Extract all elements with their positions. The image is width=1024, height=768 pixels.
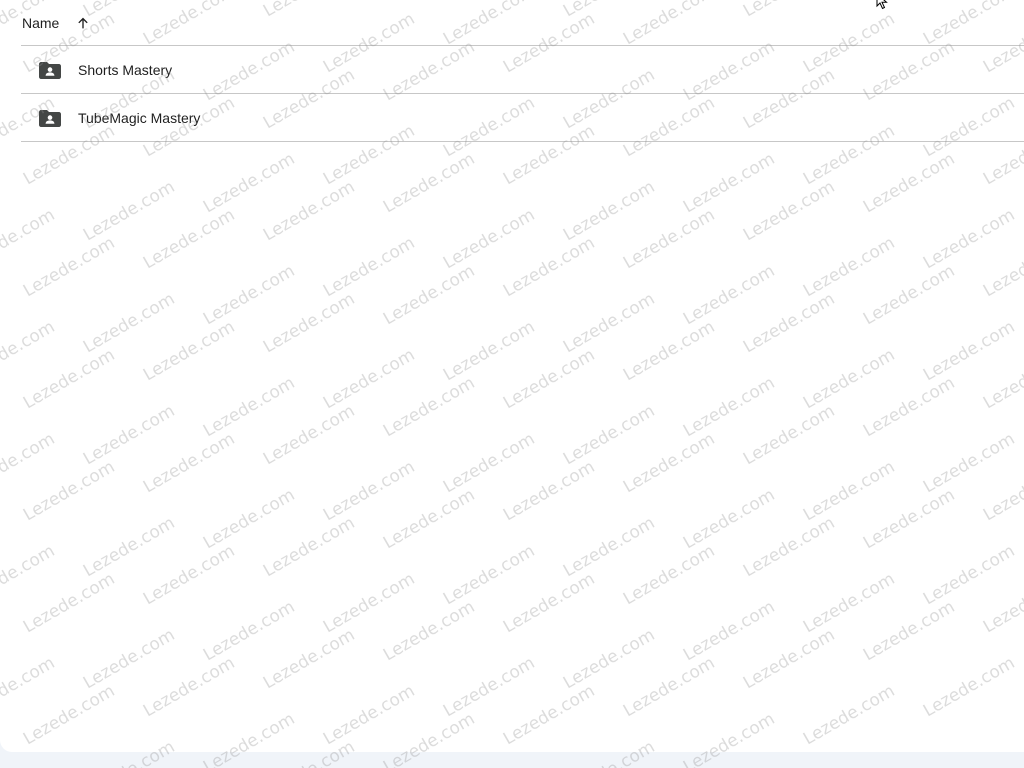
name-column-header[interactable]: Name: [22, 15, 59, 31]
list-header: Name: [21, 0, 1024, 46]
shared-folder-icon: [39, 109, 61, 127]
folder-name: TubeMagic Mastery: [78, 109, 201, 126]
list-item[interactable]: TubeMagic Mastery: [21, 94, 1024, 142]
mouse-pointer-icon: [876, 0, 888, 10]
shared-folder-icon: [39, 61, 61, 79]
list-item[interactable]: Shorts Mastery: [21, 46, 1024, 94]
arrow-upward-icon[interactable]: [73, 13, 93, 33]
folder-name: Shorts Mastery: [78, 61, 173, 78]
file-list-panel: Name Shorts Mastery TubeMagic Mastery: [0, 0, 1024, 752]
